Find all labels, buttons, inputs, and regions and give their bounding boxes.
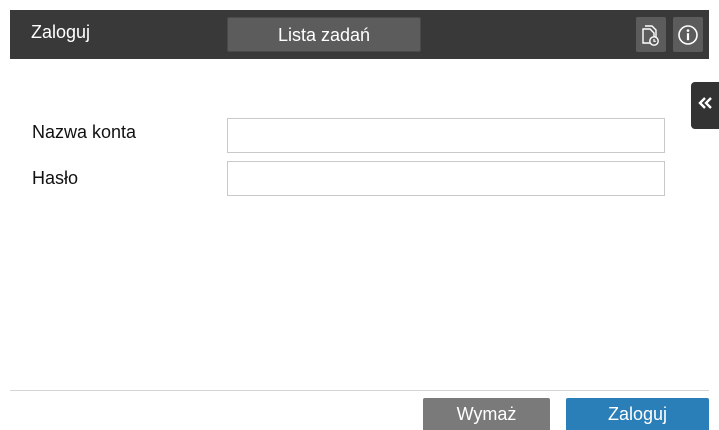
job-history-icon — [641, 23, 661, 47]
clear-button[interactable]: Wymaż — [423, 398, 550, 430]
account-name-label: Nazwa konta — [32, 122, 137, 142]
password-input[interactable] — [227, 161, 665, 196]
info-icon — [677, 24, 699, 46]
job-list-button[interactable]: Lista zadań — [227, 17, 421, 52]
page-title: Zaloguj — [31, 22, 91, 42]
password-label: Hasło — [32, 168, 79, 188]
top-bar: Zaloguj Lista zadań — [10, 10, 709, 59]
account-name-input[interactable] — [227, 118, 665, 153]
double-chevron-left-icon — [697, 96, 713, 115]
footer-divider — [10, 390, 709, 391]
side-panel-toggle[interactable] — [691, 82, 719, 129]
login-button[interactable]: Zaloguj — [566, 398, 709, 430]
job-history-button[interactable] — [636, 17, 666, 52]
info-button[interactable] — [673, 17, 703, 52]
